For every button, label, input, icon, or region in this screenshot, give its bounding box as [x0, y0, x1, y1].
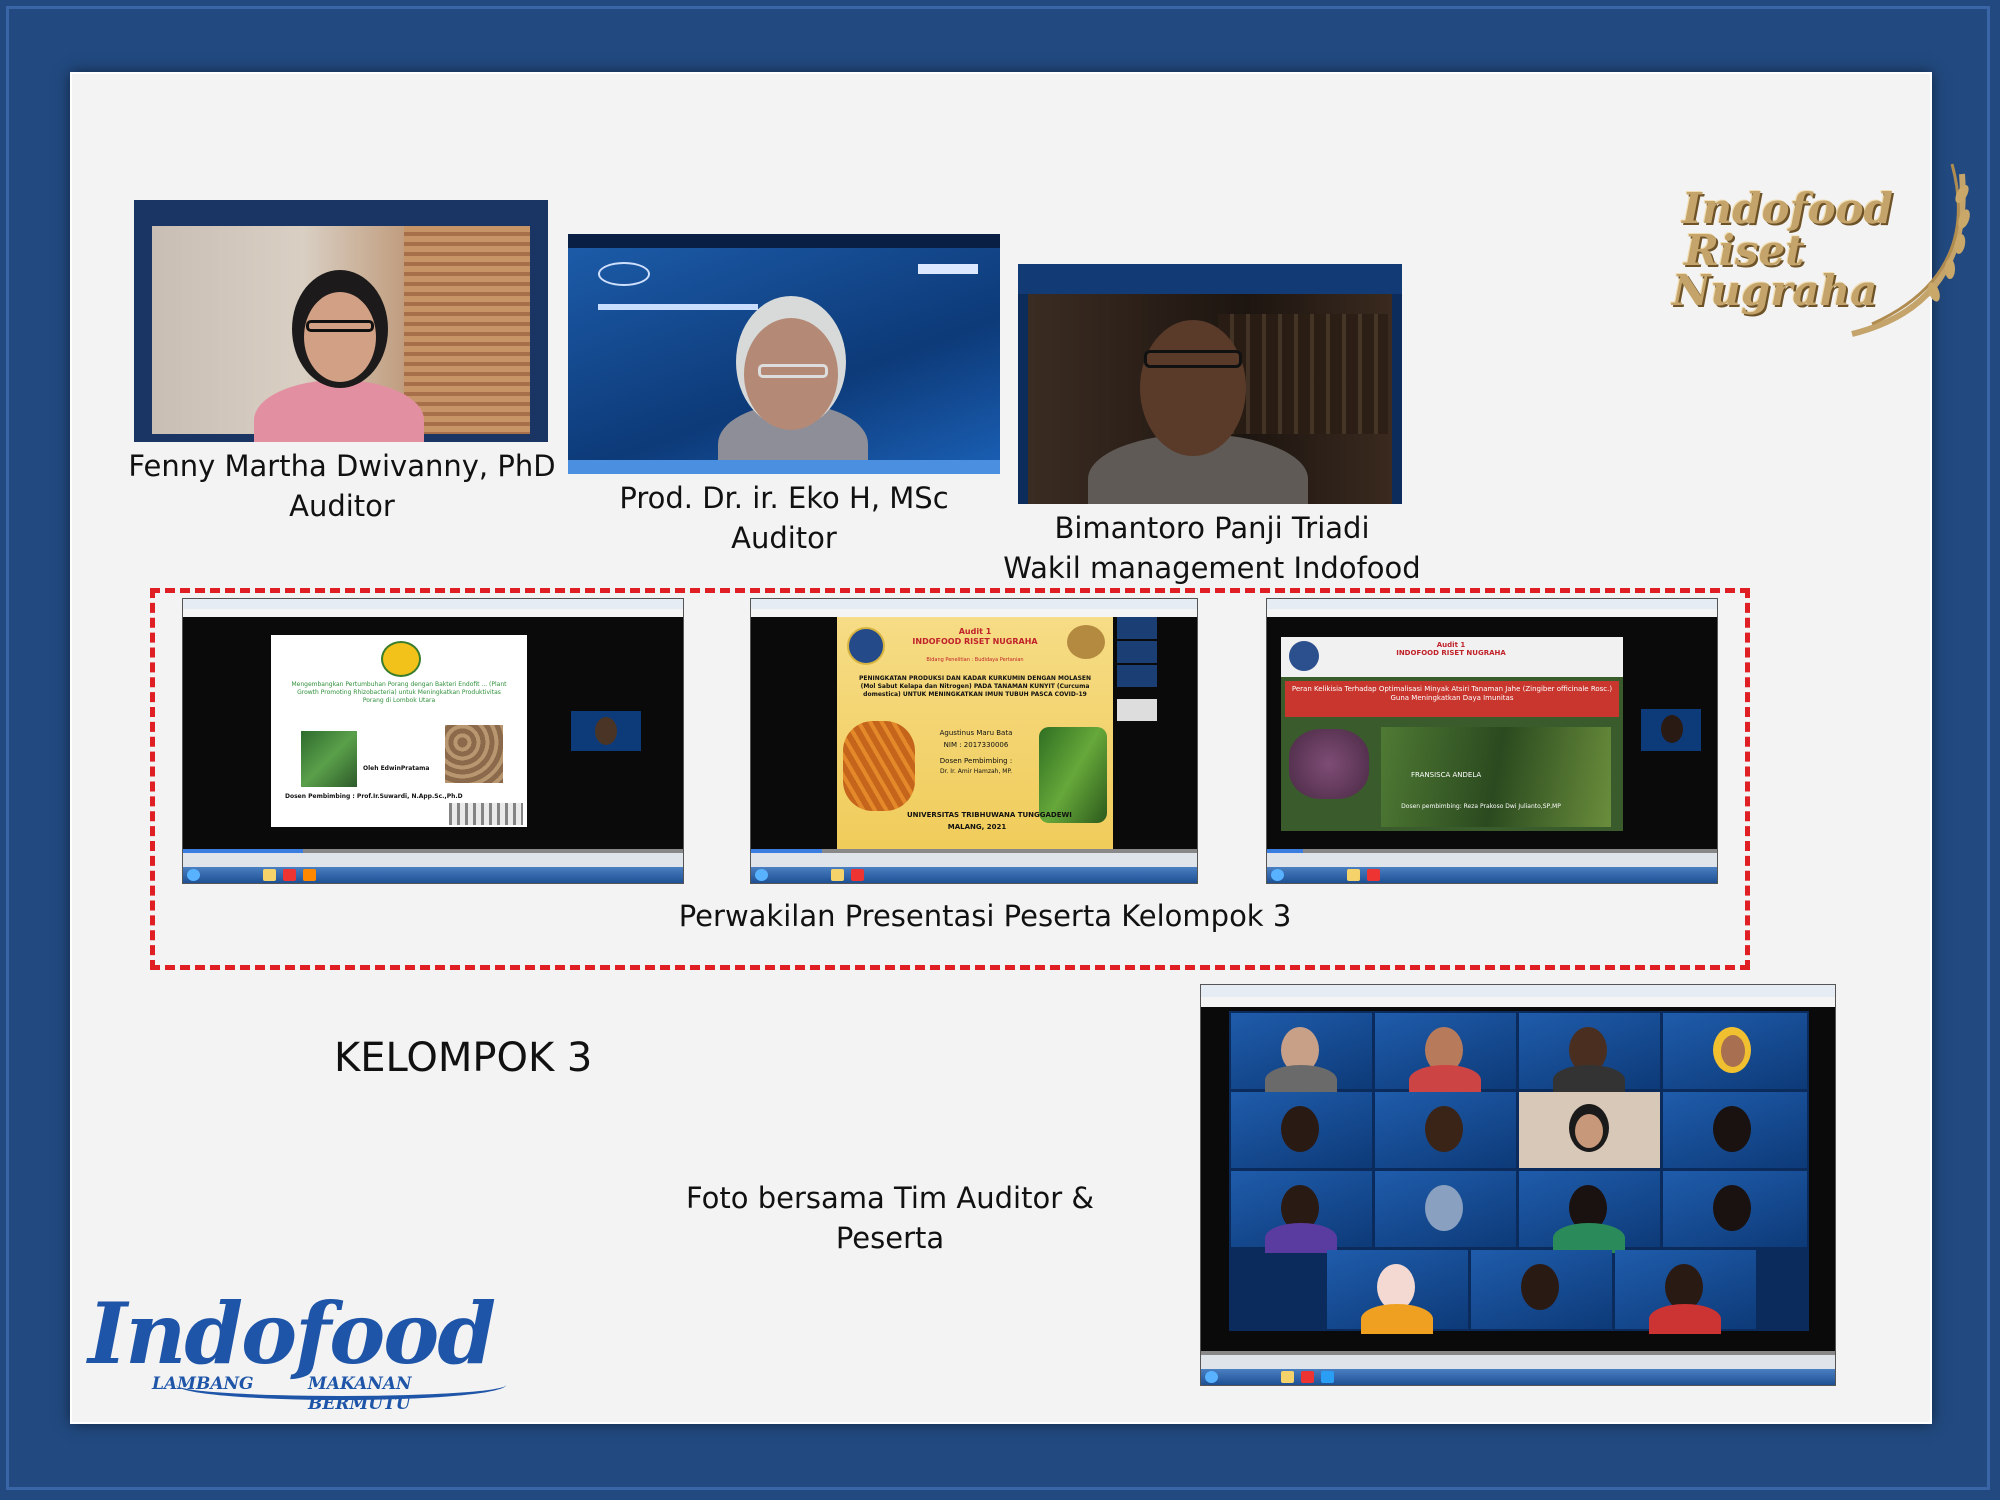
folder-icon[interactable] — [831, 869, 844, 881]
browser-icon[interactable] — [1367, 869, 1380, 881]
folder-icon[interactable] — [263, 869, 276, 881]
slide-3-supervisor: Dosen pembimbing: Reza Prakoso Dwi Julia… — [1401, 803, 1561, 810]
leaf-photo — [1039, 727, 1107, 823]
browser-icon[interactable] — [851, 869, 864, 881]
logo-line-3: Nugraha — [1672, 266, 1878, 315]
presenter-thumbnail — [571, 711, 641, 751]
slide-3-org: INDOFOOD RISET NUGRAHA — [1396, 649, 1506, 657]
auditor-2-role: Auditor — [731, 521, 837, 555]
slide-3-header: Audit 1 — [1436, 641, 1466, 649]
slide-1-supervisor: Dosen Pembimbing : Prof.Ir.Suwardi, N.Ap… — [285, 793, 463, 800]
vlc-icon[interactable] — [303, 869, 316, 881]
video-tile-auditor-2 — [568, 234, 1000, 474]
participant-thumbnail — [1117, 617, 1157, 639]
indofood-logo-tag-left: LAMBANG — [152, 1374, 254, 1394]
windows-start-icon[interactable] — [1271, 869, 1284, 881]
slide-2-org: INDOFOOD RISET NUGRAHA — [912, 637, 1038, 646]
slide-3: Audit 1 INDOFOOD RISET NUGRAHA Peran Kel… — [1281, 637, 1623, 831]
auditor-2-name: Prod. Dr. ir. Eko H, MSc — [619, 481, 949, 515]
slide-2-supervisor-label: Dosen Pembimbing : — [939, 757, 1013, 765]
slide-2-supervisor: Dr. Ir. Amir Hamzah, MP. — [939, 768, 1013, 775]
indofood-riset-nugraha-logo: Indofood Riset Nugraha — [1662, 154, 1992, 344]
auditor-3-caption: Bimantoro Panji Triadi Wakil management … — [992, 508, 1432, 588]
participant-grid — [1229, 1011, 1809, 1334]
slide-2-field: Bidang Penelitian : Budidaya Pertanian — [926, 657, 1024, 663]
browser-icon[interactable] — [1301, 1371, 1314, 1383]
riset-logo-icon — [1067, 625, 1105, 659]
participant-thumbnail — [1117, 641, 1157, 663]
auditor-1-name: Fenny Martha Dwivanny, PhD — [128, 449, 556, 483]
slide-2-author: Agustinus Maru Bata — [939, 729, 1013, 737]
slide-3-title: Peran Kelikisia Terhadap Optimalisasi Mi… — [1285, 681, 1619, 717]
university-logo-icon — [381, 641, 421, 677]
university-logo-icon — [1289, 641, 1319, 671]
turmeric-photo — [843, 721, 915, 811]
video-tile-auditor-1 — [134, 200, 548, 442]
presentation-caption: Perwakilan Presentasi Peserta Kelompok 3 — [678, 899, 1292, 933]
presenter-thumbnail — [1641, 709, 1701, 751]
slide-3-author: FRANSISCA ANDELA — [1411, 771, 1482, 779]
auditor-3-role: Wakil management Indofood — [1003, 551, 1421, 585]
zoom-icon[interactable] — [1321, 1371, 1334, 1383]
slide-2-header: Audit 1 — [958, 627, 992, 636]
plant-photo — [301, 731, 357, 787]
slide-2-university: UNIVERSITAS TRIBHUWANA TUNGGADEWI — [907, 811, 1072, 819]
slide-1-title: Mengembangkan Pertumbuhan Porang dengan … — [291, 681, 507, 704]
slide-2: Audit 1 INDOFOOD RISET NUGRAHA Bidang Pe… — [837, 617, 1113, 849]
wheat-icon — [1851, 163, 1970, 337]
indofood-logo-tag-right: MAKANAN BERMUTU — [308, 1374, 412, 1414]
university-logo-icon — [847, 627, 885, 665]
slide-2-title: PENINGKATAN PRODUKSI DAN KADAR KURKUMIN … — [858, 675, 1092, 698]
windows-start-icon[interactable] — [755, 869, 768, 881]
slide-1: Mengembangkan Pertumbuhan Porang dengan … — [271, 635, 527, 827]
windows-start-icon[interactable] — [1205, 1371, 1218, 1383]
slide-2-city: MALANG, 2021 — [947, 823, 1007, 831]
tuber-photo — [445, 725, 503, 783]
browser-icon[interactable] — [283, 869, 296, 881]
participant-thumbnail — [1117, 699, 1157, 721]
presentation-window-1: Mengembangkan Pertumbuhan Porang dengan … — [182, 598, 684, 884]
ginger-photo — [1289, 729, 1369, 799]
presentation-window-3: Audit 1 INDOFOOD RISET NUGRAHA Peran Kel… — [1266, 598, 1718, 884]
participant-thumbnail — [1117, 665, 1157, 687]
group-title: KELOMPOK 3 — [334, 1035, 593, 1081]
folder-icon[interactable] — [1347, 869, 1360, 881]
auditor-1-caption: Fenny Martha Dwivanny, PhD Auditor — [112, 446, 572, 526]
group-photo-caption: Foto bersama Tim Auditor & Peserta — [686, 1181, 1094, 1255]
presentation-window-2: Audit 1 INDOFOOD RISET NUGRAHA Bidang Pe… — [750, 598, 1198, 884]
video-tile-auditor-3 — [1018, 264, 1402, 504]
auditor-1-role: Auditor — [289, 489, 395, 523]
slide-2-nim: NIM : 2017330006 — [943, 741, 1009, 749]
auditor-2-caption: Prod. Dr. ir. Eko H, MSc Auditor — [544, 478, 1024, 558]
windows-start-icon[interactable] — [187, 869, 200, 881]
logo-line-1: Indofood — [1682, 184, 1894, 233]
auditor-3-name: Bimantoro Panji Triadi — [1054, 511, 1370, 545]
indofood-logo-word: Indofood — [88, 1284, 496, 1383]
indofood-logo: Indofood LAMBANG MAKANAN BERMUTU — [88, 1284, 508, 1414]
group-photo-window — [1200, 984, 1836, 1386]
slide-1-author: Oleh EdwinPratama — [363, 765, 430, 772]
folder-icon[interactable] — [1281, 1371, 1294, 1383]
